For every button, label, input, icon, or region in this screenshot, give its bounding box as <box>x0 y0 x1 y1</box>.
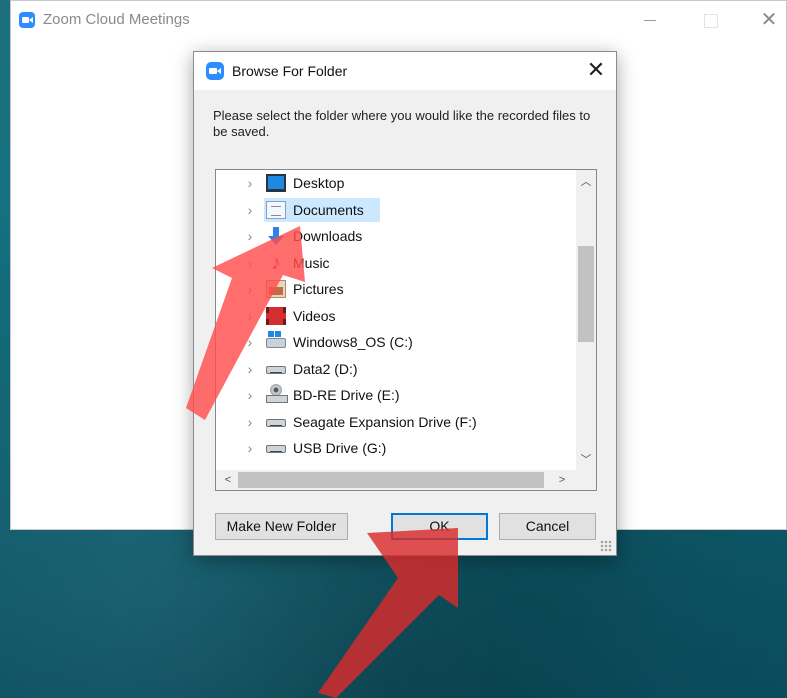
scroll-left-icon[interactable]: < <box>218 470 238 490</box>
tree-item-label: USB Drive (G:) <box>293 440 387 456</box>
tree-item-label: Seagate Expansion Drive (F:) <box>293 413 477 430</box>
chevron-right-icon[interactable]: › <box>244 250 256 276</box>
dialog-title: Browse For Folder <box>232 63 348 79</box>
os-drive-icon <box>266 331 286 348</box>
dialog-titlebar: Browse For Folder ✕ <box>194 52 616 90</box>
chevron-right-icon[interactable]: › <box>244 356 256 382</box>
ok-button[interactable]: OK <box>391 513 488 540</box>
tree-item[interactable]: › Documents <box>216 197 576 223</box>
cancel-button[interactable]: Cancel <box>499 513 596 540</box>
browse-for-folder-dialog: Browse For Folder ✕ Please select the fo… <box>193 51 617 556</box>
drive-icon <box>266 418 286 427</box>
tree-item[interactable]: › Seagate Expansion Drive (F:) <box>216 409 576 435</box>
dialog-close-button[interactable]: ✕ <box>584 59 608 83</box>
chevron-right-icon[interactable]: › <box>244 303 256 329</box>
tree-item-label: Documents <box>293 201 364 218</box>
horizontal-scrollbar[interactable]: < > <box>216 470 576 490</box>
tree-item-label: Videos <box>293 307 336 324</box>
horizontal-scroll-thumb[interactable] <box>238 472 544 488</box>
tree-item[interactable]: › USB Drive (H:) <box>216 462 576 471</box>
tree-item[interactable]: › Windows8_OS (C:) <box>216 329 576 355</box>
chevron-right-icon[interactable]: › <box>244 462 256 471</box>
tree-item-label: BD-RE Drive (E:) <box>293 387 400 403</box>
vertical-scroll-thumb[interactable] <box>578 246 594 342</box>
tree-item[interactable]: › Videos <box>216 303 576 329</box>
chevron-right-icon[interactable]: › <box>244 223 256 249</box>
folder-tree-list: › Desktop › Documents › Downloads › ♪ Music › Pict… <box>216 170 576 470</box>
zoom-window-title: Zoom Cloud Meetings <box>43 11 190 28</box>
tree-item[interactable]: › Desktop <box>216 170 576 196</box>
chevron-right-icon[interactable]: › <box>244 197 256 223</box>
zoom-titlebar: Zoom Cloud Meetings ✕ <box>11 1 786 41</box>
scroll-down-icon[interactable]: ﹀ <box>576 450 596 470</box>
pictures-icon <box>266 280 286 298</box>
chevron-right-icon[interactable]: › <box>244 409 256 435</box>
tree-item[interactable]: › Downloads <box>216 223 576 249</box>
zoom-logo-icon <box>19 12 35 28</box>
tree-item[interactable]: › Data2 (D:) <box>216 356 576 382</box>
tree-item[interactable]: › USB Drive (G:) <box>216 435 576 461</box>
dialog-instruction: Please select the folder where you would… <box>213 108 591 139</box>
tree-item-label: Data2 (D:) <box>293 360 358 377</box>
tree-item-label: Downloads <box>293 228 363 244</box>
chevron-right-icon[interactable]: › <box>244 382 256 408</box>
resize-grip-icon[interactable] <box>600 540 612 552</box>
tree-item-label: Desktop <box>293 175 345 191</box>
downloads-icon <box>266 227 286 245</box>
tree-item[interactable]: › ♪ Music <box>216 250 576 276</box>
zoom-close-button[interactable]: ✕ <box>757 8 781 32</box>
scroll-right-icon[interactable]: > <box>552 470 572 490</box>
desktop-icon <box>266 174 286 192</box>
maximize-button[interactable] <box>699 8 723 32</box>
tree-item[interactable]: › BD-RE Drive (E:) <box>216 382 576 408</box>
drive-icon <box>266 365 286 374</box>
make-new-folder-button[interactable]: Make New Folder <box>215 513 348 540</box>
tree-item-label: Windows8_OS (C:) <box>293 334 413 350</box>
tree-item-label: Music <box>293 254 330 271</box>
documents-icon <box>266 200 286 219</box>
zoom-logo-icon <box>206 62 224 80</box>
folder-tree[interactable]: › Desktop › Documents › Downloads › ♪ Music › Pict… <box>215 169 597 491</box>
vertical-scrollbar[interactable]: ︿ ﹀ <box>576 170 596 470</box>
chevron-right-icon[interactable]: › <box>244 276 256 302</box>
tree-item-label: USB Drive (H:) <box>293 462 386 471</box>
chevron-right-icon[interactable]: › <box>244 170 256 196</box>
music-icon: ♪ <box>271 251 281 274</box>
tree-item[interactable]: › Pictures <box>216 276 576 302</box>
tree-item-label: Pictures <box>293 281 344 297</box>
chevron-right-icon[interactable]: › <box>244 435 256 461</box>
minimize-button[interactable] <box>639 8 663 32</box>
scroll-corner <box>576 470 596 490</box>
scroll-up-icon[interactable]: ︿ <box>576 172 596 192</box>
videos-icon <box>266 306 286 325</box>
bluray-drive-icon <box>266 384 288 403</box>
chevron-right-icon[interactable]: › <box>244 329 256 355</box>
drive-icon <box>266 445 286 453</box>
